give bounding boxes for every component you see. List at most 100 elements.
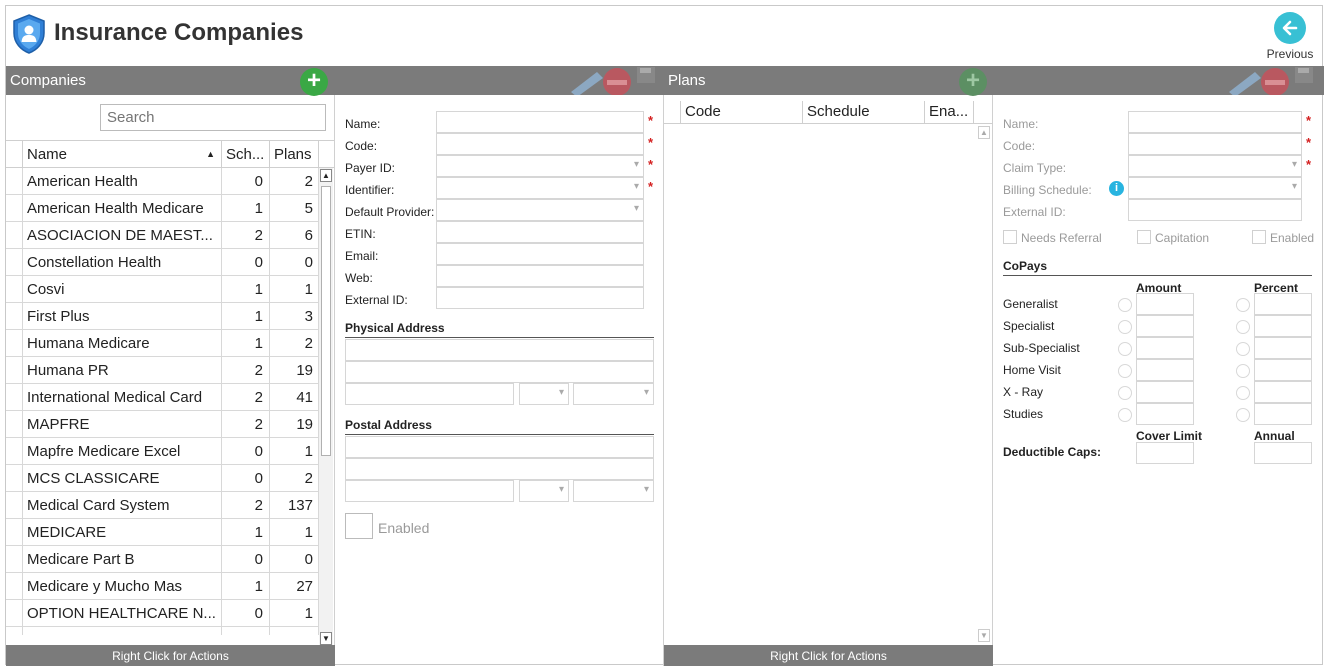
copay-percent-input[interactable] xyxy=(1254,337,1312,359)
table-row[interactable]: Medicare Part B00 xyxy=(6,546,319,573)
save-disk-icon[interactable] xyxy=(637,67,655,83)
copay-amount-input[interactable] xyxy=(1136,337,1194,359)
copay-percent-input[interactable] xyxy=(1254,293,1312,315)
table-row[interactable]: Humana PR 2 19 xyxy=(6,357,319,384)
delete-minus-icon[interactable] xyxy=(1261,68,1289,96)
copay-percent-radio[interactable] xyxy=(1236,364,1250,378)
scroll-up-icon[interactable]: ▲ xyxy=(978,126,990,139)
table-row[interactable]: First Plus 1 3 xyxy=(6,303,319,330)
copay-percent-radio[interactable] xyxy=(1236,408,1250,422)
annual-input[interactable] xyxy=(1254,442,1312,464)
copay-amount-radio[interactable] xyxy=(1118,342,1132,356)
postal-state-dropdown[interactable] xyxy=(519,480,569,502)
scroll-down-icon[interactable]: ▼ xyxy=(320,632,332,645)
previous-button[interactable]: Previous xyxy=(1264,10,1316,64)
postal-address-line1[interactable] xyxy=(345,436,654,458)
plan-code-input[interactable] xyxy=(1128,133,1302,155)
edit-pencil-icon[interactable] xyxy=(571,72,603,97)
copay-percent-input[interactable] xyxy=(1254,403,1312,425)
scroll-up-icon[interactable]: ▲ xyxy=(320,169,332,182)
copay-percent-radio[interactable] xyxy=(1236,298,1250,312)
billing-schedule-dropdown[interactable] xyxy=(1128,177,1302,199)
company-name-cell: MCS CLASSICARE xyxy=(22,465,221,491)
cover-limit-input[interactable] xyxy=(1136,442,1194,464)
column-header-plans[interactable]: Plans xyxy=(269,141,319,168)
copay-amount-input[interactable] xyxy=(1136,315,1194,337)
table-row[interactable]: International Medical Card 2 41 xyxy=(6,384,319,411)
copay-amount-radio[interactable] xyxy=(1118,386,1132,400)
physical-address-heading: Physical Address xyxy=(345,321,654,338)
postal-city-input[interactable] xyxy=(345,480,514,502)
table-row[interactable]: OPTION HEALTHCARE N... 0 1 xyxy=(6,600,319,627)
copay-amount-radio[interactable] xyxy=(1118,298,1132,312)
postal-zip-dropdown[interactable] xyxy=(573,480,654,502)
copay-percent-input[interactable] xyxy=(1254,315,1312,337)
edit-pencil-icon[interactable] xyxy=(1229,72,1261,97)
column-header-code[interactable]: Code xyxy=(680,101,802,123)
table-row[interactable]: Medical Card System 2 137 xyxy=(6,492,319,519)
physical-state-dropdown[interactable] xyxy=(519,383,569,405)
plans-scrollbar[interactable]: ▲ ▼ xyxy=(977,125,991,643)
web-input[interactable] xyxy=(436,265,644,287)
table-row[interactable]: MCS CLASSICARE 0 2 xyxy=(6,465,319,492)
default-provider-dropdown[interactable] xyxy=(436,199,644,221)
needs-referral-checkbox[interactable] xyxy=(1003,230,1017,244)
company-name-input[interactable] xyxy=(436,111,644,133)
company-search-input[interactable] xyxy=(100,104,326,131)
physical-city-input[interactable] xyxy=(345,383,514,405)
delete-minus-icon[interactable] xyxy=(603,68,631,96)
copay-percent-radio[interactable] xyxy=(1236,342,1250,356)
claim-type-dropdown[interactable] xyxy=(1128,155,1302,177)
table-row[interactable]: American Health Medicare 1 5 xyxy=(6,195,319,222)
copay-percent-input[interactable] xyxy=(1254,359,1312,381)
plan-name-input[interactable] xyxy=(1128,111,1302,133)
copay-amount-radio[interactable] xyxy=(1118,408,1132,422)
info-icon[interactable]: i xyxy=(1109,181,1124,196)
copay-amount-input[interactable] xyxy=(1136,381,1194,403)
table-row[interactable]: ASOCIACION DE MAEST... 2 6 xyxy=(6,222,319,249)
payer-id-dropdown[interactable] xyxy=(436,155,644,177)
column-header-schedules[interactable]: Sch... xyxy=(221,141,269,168)
copay-percent-radio[interactable] xyxy=(1236,320,1250,334)
external-id-input[interactable] xyxy=(436,287,644,309)
table-row[interactable]: MEDICARE 1 1 xyxy=(6,519,319,546)
copay-amount-radio[interactable] xyxy=(1118,320,1132,334)
copay-amount-input[interactable] xyxy=(1136,359,1194,381)
table-row[interactable]: Mapfre Medicare Excel 0 1 xyxy=(6,438,319,465)
company-code-input[interactable] xyxy=(436,133,644,155)
plan-enabled-checkbox[interactable] xyxy=(1252,230,1266,244)
column-header-schedule[interactable]: Schedule xyxy=(802,101,924,123)
copay-percent-radio[interactable] xyxy=(1236,386,1250,400)
copay-amount-input[interactable] xyxy=(1136,403,1194,425)
etin-input[interactable] xyxy=(436,221,644,243)
table-row[interactable]: Humana Medicare 1 2 xyxy=(6,330,319,357)
company-name-cell: Constellation Health xyxy=(22,249,221,275)
table-row[interactable]: American Health 0 2 xyxy=(6,168,319,195)
email-input[interactable] xyxy=(436,243,644,265)
physical-zip-dropdown[interactable] xyxy=(573,383,654,405)
scroll-down-icon[interactable]: ▼ xyxy=(978,629,990,642)
column-header-enabled[interactable]: Ena... xyxy=(924,101,974,123)
copay-amount-input[interactable] xyxy=(1136,293,1194,315)
table-row[interactable]: Cosvi 1 1 xyxy=(6,276,319,303)
physical-address-line2[interactable] xyxy=(345,361,654,383)
table-row[interactable]: PALIC11 xyxy=(6,627,319,635)
copay-amount-radio[interactable] xyxy=(1118,364,1132,378)
capitation-checkbox[interactable] xyxy=(1137,230,1151,244)
plan-external-id-input[interactable] xyxy=(1128,199,1302,221)
table-row[interactable]: MAPFRE 2 19 xyxy=(6,411,319,438)
save-disk-icon[interactable] xyxy=(1295,67,1313,83)
postal-address-line2[interactable] xyxy=(345,458,654,480)
table-row[interactable]: Medicare y Mucho Mas 1 27 xyxy=(6,573,319,600)
company-plans-cell: 19 xyxy=(269,357,319,383)
companies-scrollbar[interactable]: ▲ ▼ xyxy=(319,168,333,646)
copay-percent-input[interactable] xyxy=(1254,381,1312,403)
table-row[interactable]: Constellation Health 0 0 xyxy=(6,249,319,276)
identifier-dropdown[interactable] xyxy=(436,177,644,199)
physical-address-line1[interactable] xyxy=(345,339,654,361)
company-enabled-checkbox[interactable] xyxy=(345,513,373,539)
add-company-button[interactable]: + xyxy=(300,68,328,96)
add-plan-button[interactable]: + xyxy=(959,68,987,96)
column-header-name[interactable]: Name ▲ xyxy=(22,141,221,168)
scrollbar-thumb[interactable] xyxy=(321,186,331,456)
